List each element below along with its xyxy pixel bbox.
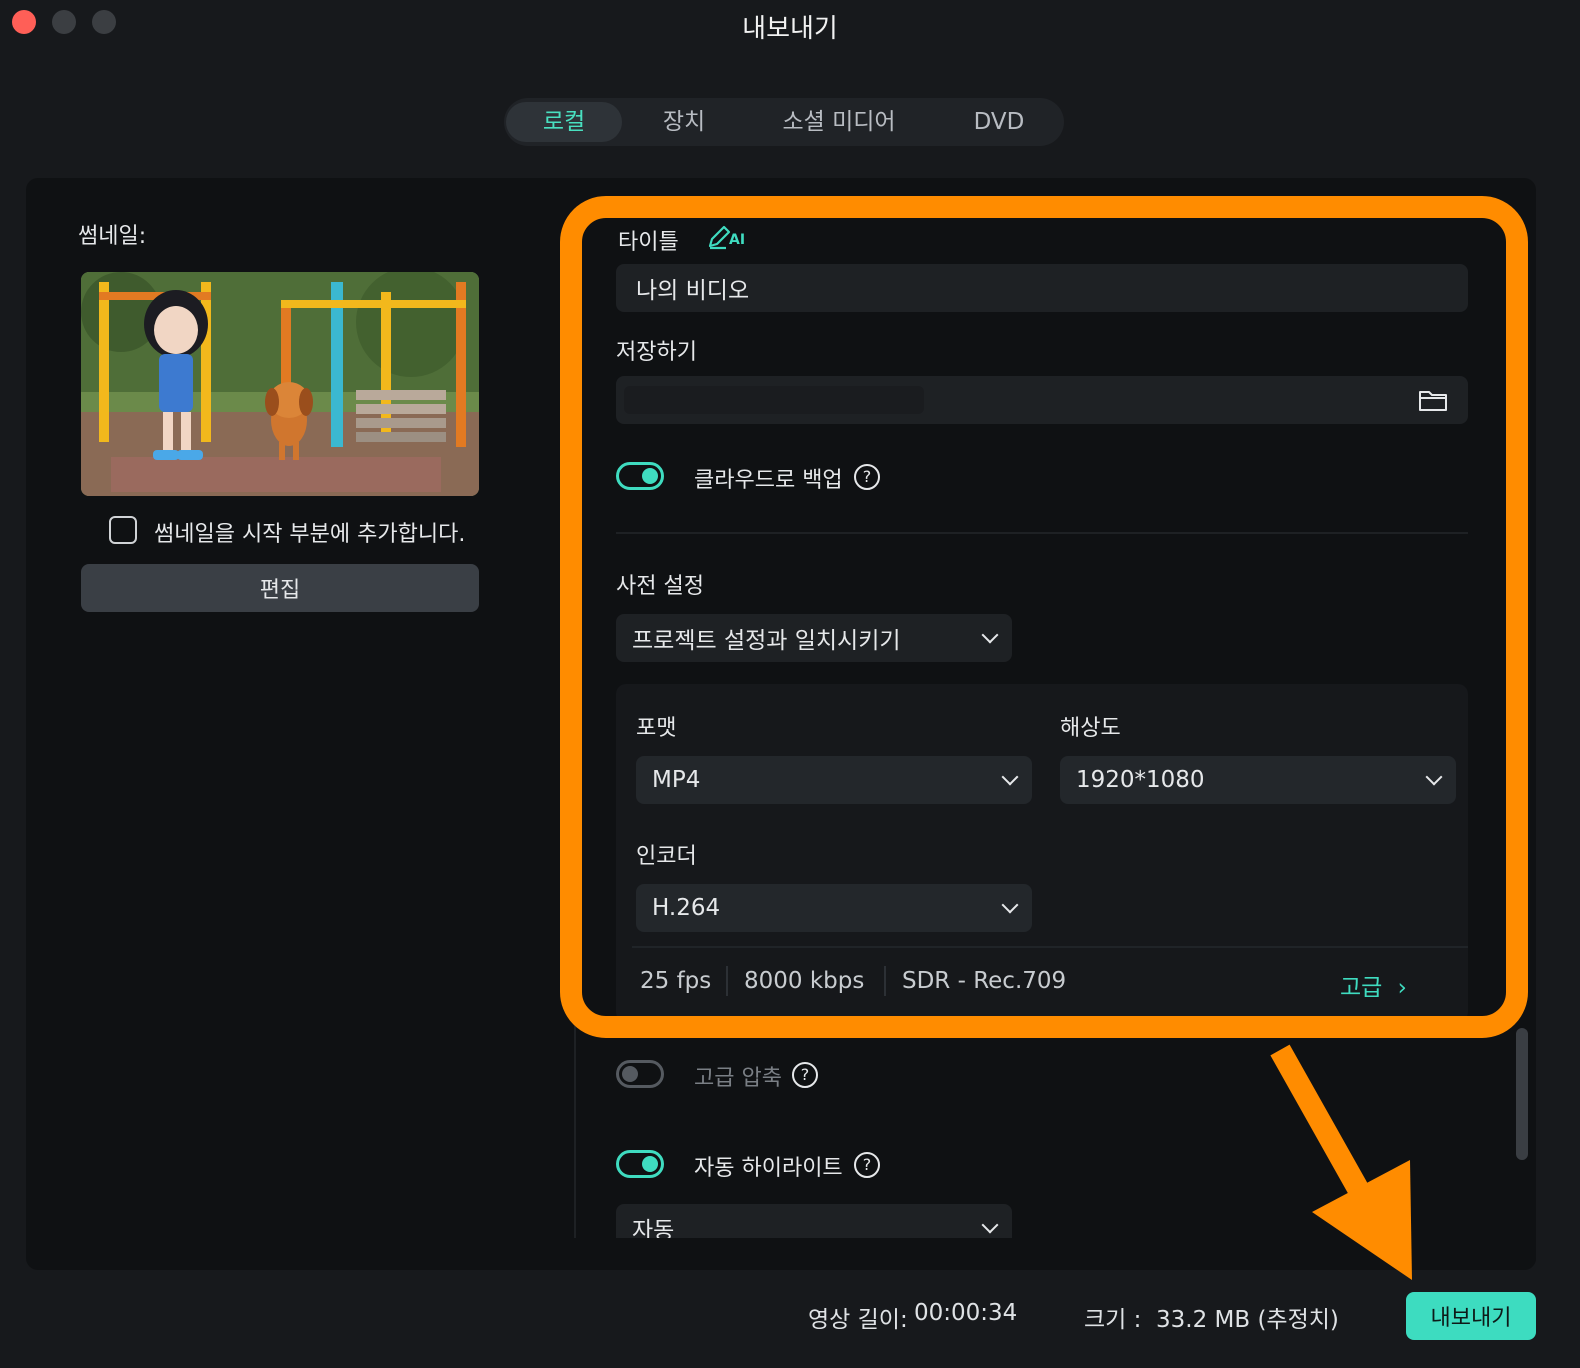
export-tabs: 로컬 장치 소셜 미디어 DVD xyxy=(504,98,1064,146)
thumbnail-label: 썸네일: xyxy=(78,224,147,249)
auto-highlight-label: 자동 하이라이트 xyxy=(694,1156,843,1181)
arrow-annotation-icon xyxy=(1270,1044,1412,1280)
window-title: 내보내기 xyxy=(742,14,838,44)
highlight-box xyxy=(560,196,1528,1038)
auto-highlight-help-icon[interactable]: ? xyxy=(854,1152,880,1178)
tab-device[interactable]: 장치 xyxy=(634,102,734,142)
tab-dvd[interactable]: DVD xyxy=(944,102,1054,142)
duration-label: 영상 길이: xyxy=(808,1307,908,1333)
add-thumbnail-checkbox[interactable] xyxy=(109,516,137,544)
edit-thumbnail-button[interactable]: 편집 xyxy=(81,564,479,612)
thumbnail-illustration xyxy=(81,272,479,496)
tab-local[interactable]: 로컬 xyxy=(506,102,622,142)
size-label: 크기 : xyxy=(1084,1307,1142,1333)
duration-value: 00:00:34 xyxy=(914,1300,1018,1326)
advanced-compression-toggle[interactable] xyxy=(616,1060,664,1088)
advanced-compression-help-icon[interactable]: ? xyxy=(792,1062,818,1088)
auto-highlight-toggle[interactable] xyxy=(616,1150,664,1178)
advanced-compression-label: 고급 압축 xyxy=(694,1066,782,1091)
add-thumbnail-label: 썸네일을 시작 부분에 추가합니다. xyxy=(154,522,466,547)
export-button[interactable]: 내보내기 xyxy=(1406,1292,1536,1340)
size-value: 33.2 MB (추정치) xyxy=(1156,1307,1339,1333)
settings-scrollbar[interactable] xyxy=(1516,1028,1528,1160)
chevron-down-icon xyxy=(981,1216,999,1234)
tab-social-media[interactable]: 소셜 미디어 xyxy=(754,102,924,142)
thumbnail-image xyxy=(81,272,479,496)
